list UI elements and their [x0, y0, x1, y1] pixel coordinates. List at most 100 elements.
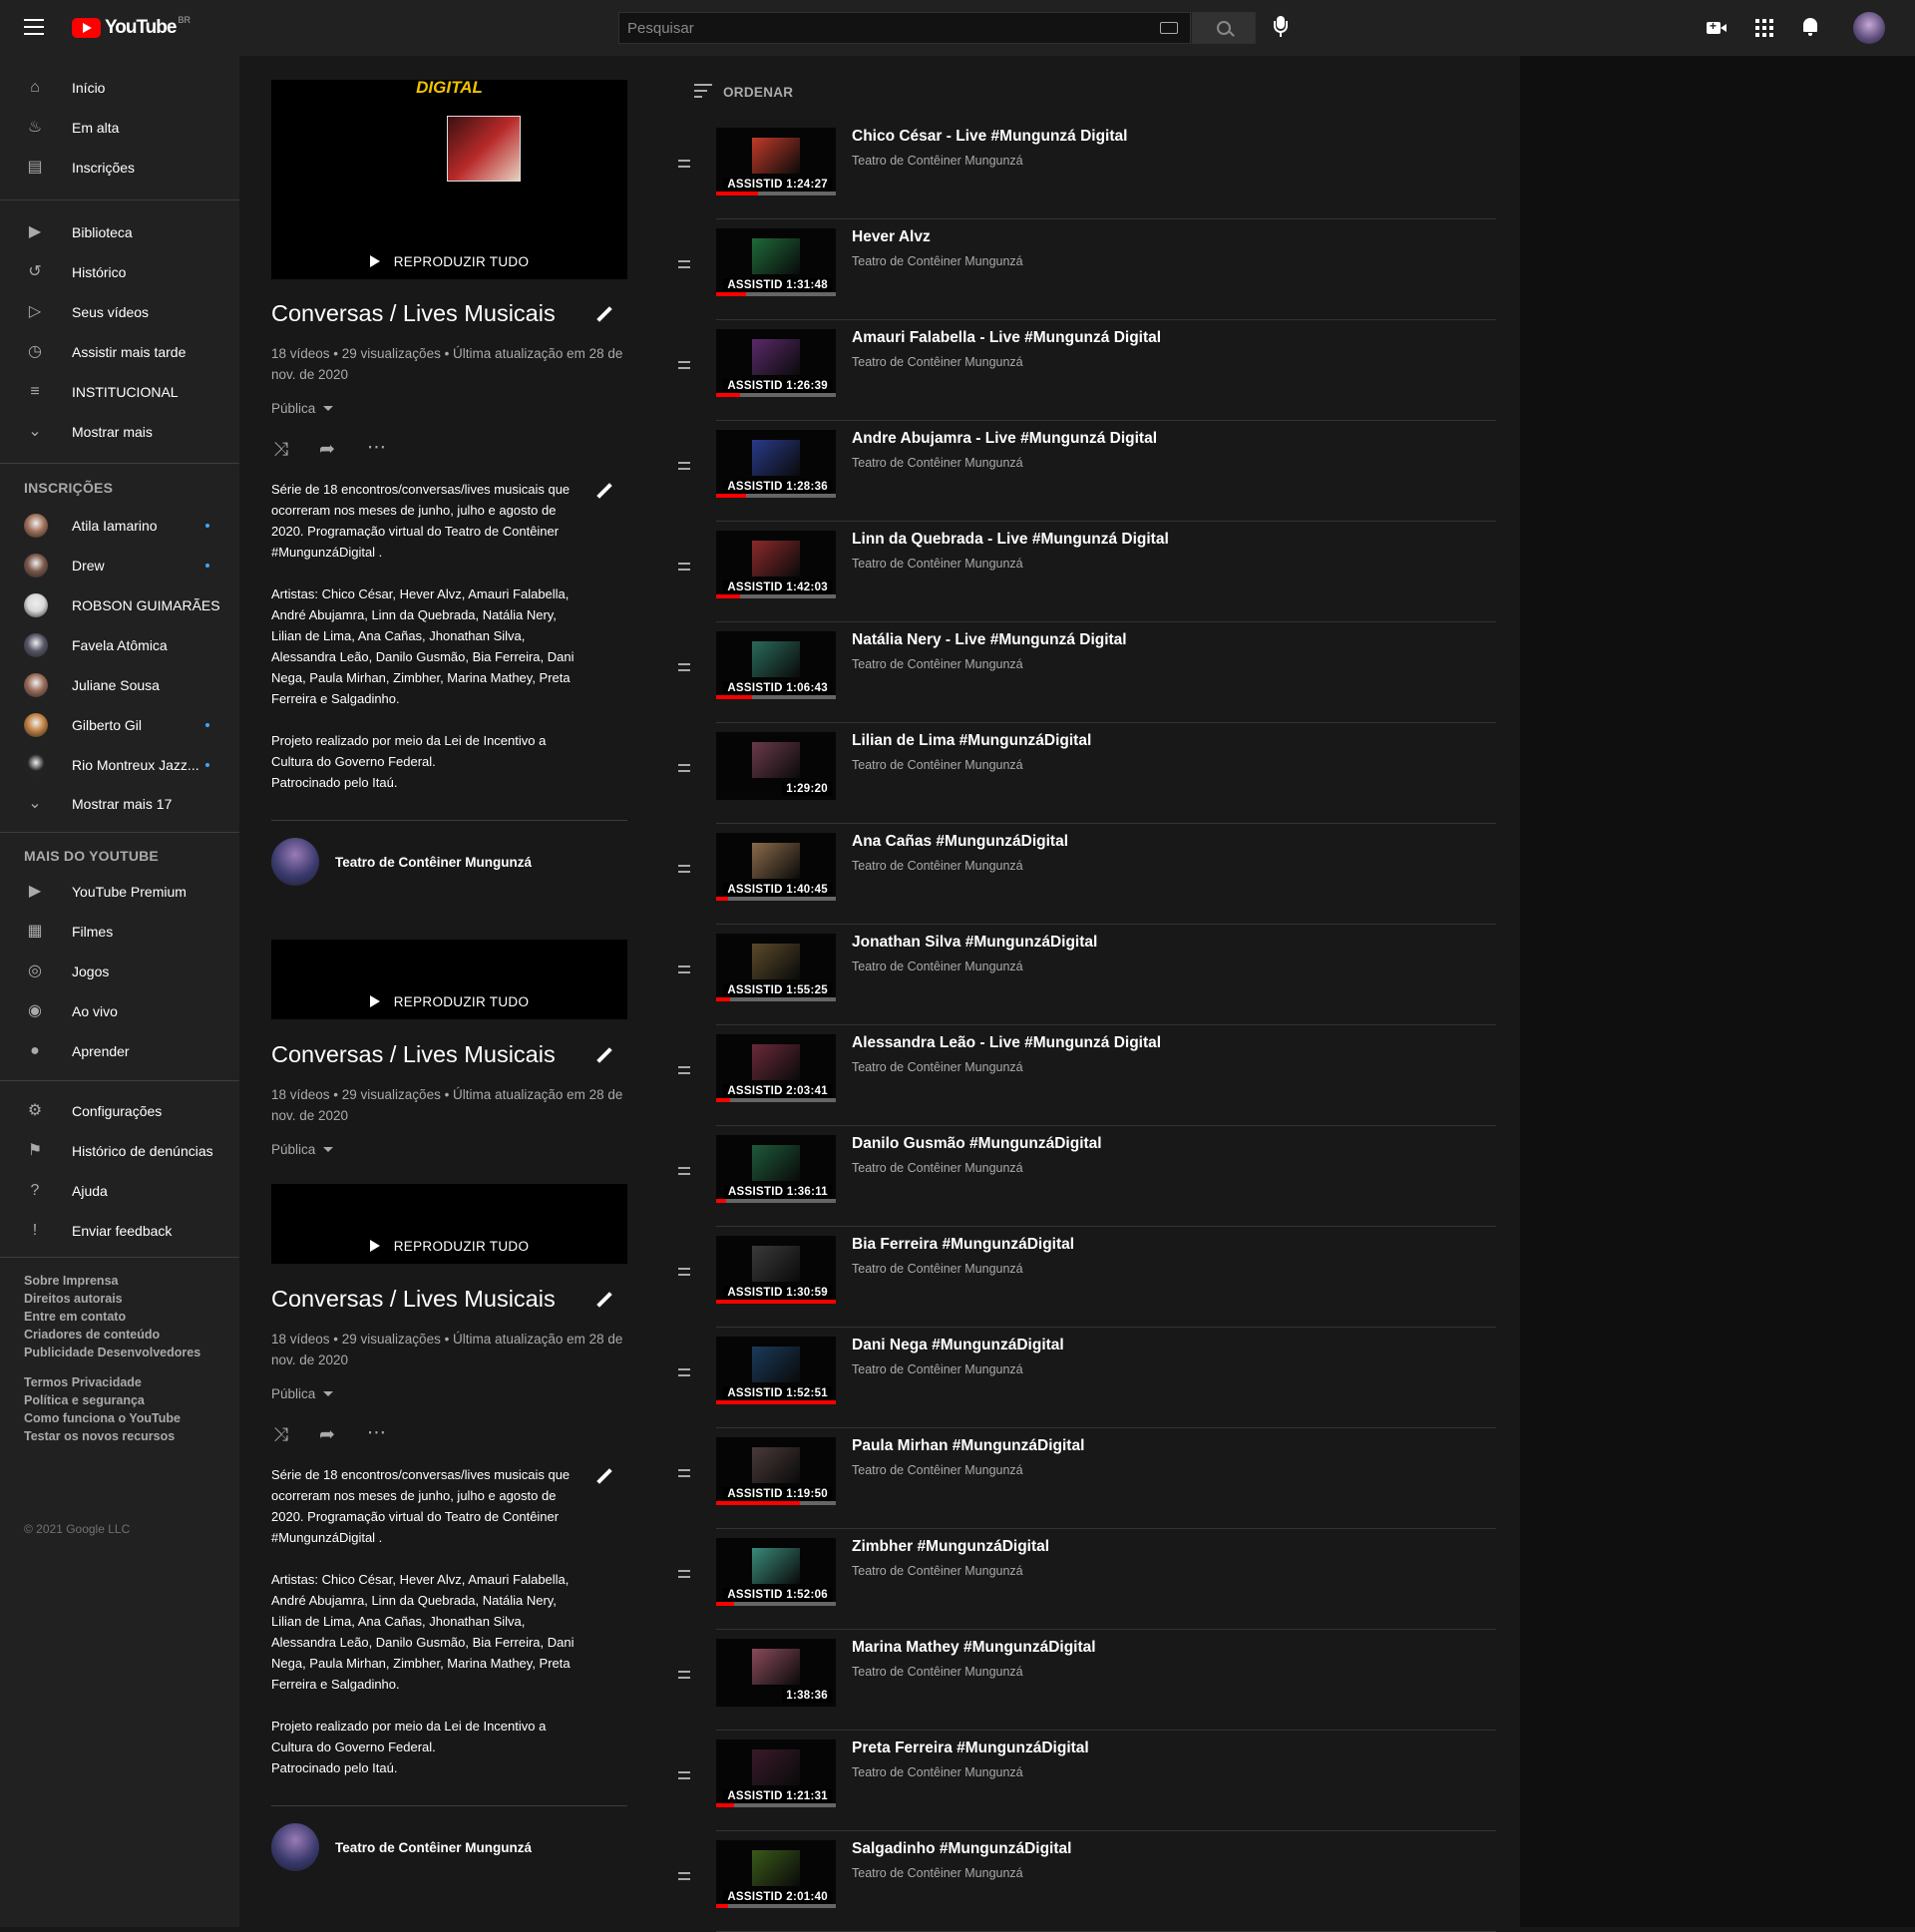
- drag-handle-icon[interactable]: [678, 160, 690, 172]
- video-title[interactable]: Linn da Quebrada - Live #Mungunzá Digita…: [852, 531, 1169, 549]
- video-title[interactable]: Jonathan Silva #MungunzáDigital: [852, 934, 1097, 952]
- more-actions-icon[interactable]: ⋯: [367, 1421, 386, 1444]
- menu-icon[interactable]: [24, 19, 44, 35]
- video-channel[interactable]: Teatro de Contêiner Mungunzá: [852, 1765, 1023, 1779]
- sidebar-item-enviar-feedback[interactable]: ! Enviar feedback: [0, 1211, 239, 1251]
- privacy-dropdown[interactable]: Pública: [271, 401, 333, 416]
- video-channel[interactable]: Teatro de Contêiner Mungunzá: [852, 1262, 1023, 1276]
- video-thumbnail[interactable]: ASSISTID 1:52:06: [716, 1538, 836, 1606]
- edit-description-icon[interactable]: [596, 1468, 612, 1484]
- search-button[interactable]: [1192, 12, 1256, 44]
- microphone-icon[interactable]: [1273, 16, 1289, 40]
- footer-link[interactable]: Criadores de conteúdo: [24, 1326, 200, 1344]
- footer-link[interactable]: Entre em contato: [24, 1308, 200, 1326]
- video-channel[interactable]: Teatro de Contêiner Mungunzá: [852, 657, 1023, 671]
- video-thumbnail[interactable]: ASSISTID 1:19:50: [716, 1437, 836, 1505]
- subscription-atila-iamarino[interactable]: Atila Iamarino: [0, 505, 239, 545]
- playlist-video-row[interactable]: ASSISTID 1:55:25 Jonathan Silva #Mungunzá…: [678, 926, 1496, 1025]
- playlist-video-row[interactable]: ASSISTID 1:26:39 Amauri Falabella - Live …: [678, 321, 1496, 421]
- sidebar-item-filmes[interactable]: ▦ Filmes: [0, 912, 239, 952]
- sidebar-item-historico[interactable]: ↺ Histórico: [0, 252, 239, 292]
- owner-avatar[interactable]: [271, 1823, 319, 1871]
- drag-handle-icon[interactable]: [678, 764, 690, 776]
- video-thumbnail[interactable]: ASSISTID 1:36:11: [716, 1135, 836, 1203]
- owner-name[interactable]: Teatro de Contêiner Mungunzá: [335, 855, 532, 870]
- drag-handle-icon[interactable]: [678, 1368, 690, 1380]
- video-title[interactable]: Zimbher #MungunzáDigital: [852, 1538, 1049, 1556]
- video-thumbnail[interactable]: ASSISTID 1:52:51: [716, 1337, 836, 1404]
- playlist-video-row[interactable]: 1:38:36 Marina Mathey #MungunzáDigital Tea…: [678, 1631, 1496, 1731]
- drag-handle-icon[interactable]: [678, 1167, 690, 1179]
- video-title[interactable]: Chico César - Live #Mungunzá Digital: [852, 128, 1127, 146]
- video-title[interactable]: Amauri Falabella - Live #Mungunzá Digita…: [852, 329, 1161, 347]
- search-input[interactable]: [625, 19, 1148, 38]
- drag-handle-icon[interactable]: [678, 1066, 690, 1078]
- video-title[interactable]: Andre Abujamra - Live #Mungunzá Digital: [852, 430, 1157, 448]
- video-channel[interactable]: Teatro de Contêiner Mungunzá: [852, 1463, 1023, 1477]
- sidebar-item-assistir-mais-tarde[interactable]: ◷ Assistir mais tarde: [0, 332, 239, 372]
- youtube-logo[interactable]: YouTube BR: [72, 15, 191, 39]
- video-channel[interactable]: Teatro de Contêiner Mungunzá: [852, 254, 1023, 268]
- video-title[interactable]: Salgadinho #MungunzáDigital: [852, 1840, 1071, 1858]
- video-channel[interactable]: Teatro de Contêiner Mungunzá: [852, 1564, 1023, 1578]
- video-title[interactable]: Preta Ferreira #MungunzáDigital: [852, 1739, 1089, 1757]
- video-channel[interactable]: Teatro de Contêiner Mungunzá: [852, 1665, 1023, 1679]
- play-all-button[interactable]: REPRODUZIR TUDO: [271, 254, 627, 269]
- subscription-rio-montreux-jazz[interactable]: Rio Montreux Jazz...: [0, 744, 239, 784]
- playlist-video-row[interactable]: ASSISTID 1:52:51 Dani Nega #MungunzáDigit…: [678, 1329, 1496, 1428]
- playlist-thumbnail[interactable]: DIGITAL REPRODUZIR TUDO: [271, 80, 627, 279]
- playlist-video-row[interactable]: ASSISTID 1:31:48 Hever Alvz Teatro de Cont…: [678, 220, 1496, 320]
- subscription-drew[interactable]: Drew: [0, 545, 239, 584]
- sidebar-item-ao-vivo[interactable]: ◉ Ao vivo: [0, 991, 239, 1031]
- sidebar-item-inicio[interactable]: ⌂ Início: [0, 68, 239, 108]
- video-thumbnail[interactable]: ASSISTID 2:01:40: [716, 1840, 836, 1908]
- video-channel[interactable]: Teatro de Contêiner Mungunzá: [852, 557, 1023, 571]
- video-title[interactable]: Lilian de Lima #MungunzáDigital: [852, 732, 1091, 750]
- privacy-dropdown[interactable]: Pública: [271, 1386, 333, 1401]
- video-thumbnail[interactable]: ASSISTID 1:30:59: [716, 1236, 836, 1304]
- create-video-icon[interactable]: [1707, 19, 1726, 34]
- drag-handle-icon[interactable]: [678, 663, 690, 675]
- subscription-gilberto-gil[interactable]: Gilberto Gil: [0, 704, 239, 744]
- play-all-button[interactable]: REPRODUZIR TUDO: [271, 994, 627, 1009]
- footer-link[interactable]: Sobre Imprensa: [24, 1272, 200, 1290]
- playlist-video-row[interactable]: ASSISTID 1:30:59 Bia Ferreira #MungunzáDi…: [678, 1228, 1496, 1328]
- drag-handle-icon[interactable]: [678, 563, 690, 575]
- share-icon[interactable]: ➦: [319, 1423, 335, 1446]
- edit-title-icon[interactable]: [596, 306, 612, 322]
- edit-description-icon[interactable]: [596, 483, 612, 499]
- subscription-juliane-sousa[interactable]: Juliane Sousa: [0, 664, 239, 704]
- subscription-favela-atomica[interactable]: Favela Atômica: [0, 624, 239, 664]
- video-channel[interactable]: Teatro de Contêiner Mungunzá: [852, 1161, 1023, 1175]
- owner-avatar[interactable]: [271, 838, 319, 886]
- sort-button[interactable]: ORDENAR: [723, 85, 793, 100]
- drag-handle-icon[interactable]: [678, 1570, 690, 1582]
- playlist-video-row[interactable]: ASSISTID 1:52:06 Zimbher #MungunzáDigital…: [678, 1530, 1496, 1630]
- drag-handle-icon[interactable]: [678, 1671, 690, 1683]
- playlist-video-row[interactable]: ASSISTID 1:28:36 Andre Abujamra - Live #M…: [678, 422, 1496, 522]
- video-channel[interactable]: Teatro de Contêiner Mungunzá: [852, 456, 1023, 470]
- edit-title-icon[interactable]: [596, 1047, 612, 1063]
- playlist-video-row[interactable]: ASSISTID 1:24:27 Chico César - Live #Mung…: [678, 120, 1496, 219]
- sidebar-item-configuracoes[interactable]: ⚙ Configurações: [0, 1091, 239, 1131]
- sidebar-item-aprender[interactable]: ● Aprender: [0, 1031, 239, 1071]
- video-channel[interactable]: Teatro de Contêiner Mungunzá: [852, 1060, 1023, 1074]
- playlist-video-row[interactable]: ASSISTID 1:06:43 Natália Nery - Live #Mun…: [678, 623, 1496, 723]
- playlist-video-row[interactable]: ASSISTID 1:36:11 Danilo Gusmão #MungunzáD…: [678, 1127, 1496, 1227]
- drag-handle-icon[interactable]: [678, 1872, 690, 1884]
- sidebar-item-biblioteca[interactable]: ▶ Biblioteca: [0, 212, 239, 252]
- owner-name[interactable]: Teatro de Contêiner Mungunzá: [335, 1840, 532, 1855]
- footer-link[interactable]: Direitos autorais: [24, 1290, 200, 1308]
- drag-handle-icon[interactable]: [678, 1771, 690, 1783]
- footer-link[interactable]: Testar os novos recursos: [24, 1427, 181, 1445]
- video-thumbnail[interactable]: ASSISTID 1:55:25: [716, 934, 836, 1001]
- video-thumbnail[interactable]: ASSISTID 1:21:31: [716, 1739, 836, 1807]
- sidebar-item-institucional[interactable]: ≡ INSTITUCIONAL: [0, 372, 239, 412]
- drag-handle-icon[interactable]: [678, 260, 690, 272]
- playlist-thumbnail[interactable]: REPRODUZIR TUDO: [271, 940, 627, 1019]
- video-title[interactable]: Bia Ferreira #MungunzáDigital: [852, 1236, 1074, 1254]
- drag-handle-icon[interactable]: [678, 361, 690, 373]
- sidebar-item-mostrar-mais-17[interactable]: ⌄ Mostrar mais 17: [0, 784, 239, 824]
- video-title[interactable]: Danilo Gusmão #MungunzáDigital: [852, 1135, 1102, 1153]
- playlist-video-row[interactable]: ASSISTID 1:21:31 Preta Ferreira #Mungunzá…: [678, 1732, 1496, 1831]
